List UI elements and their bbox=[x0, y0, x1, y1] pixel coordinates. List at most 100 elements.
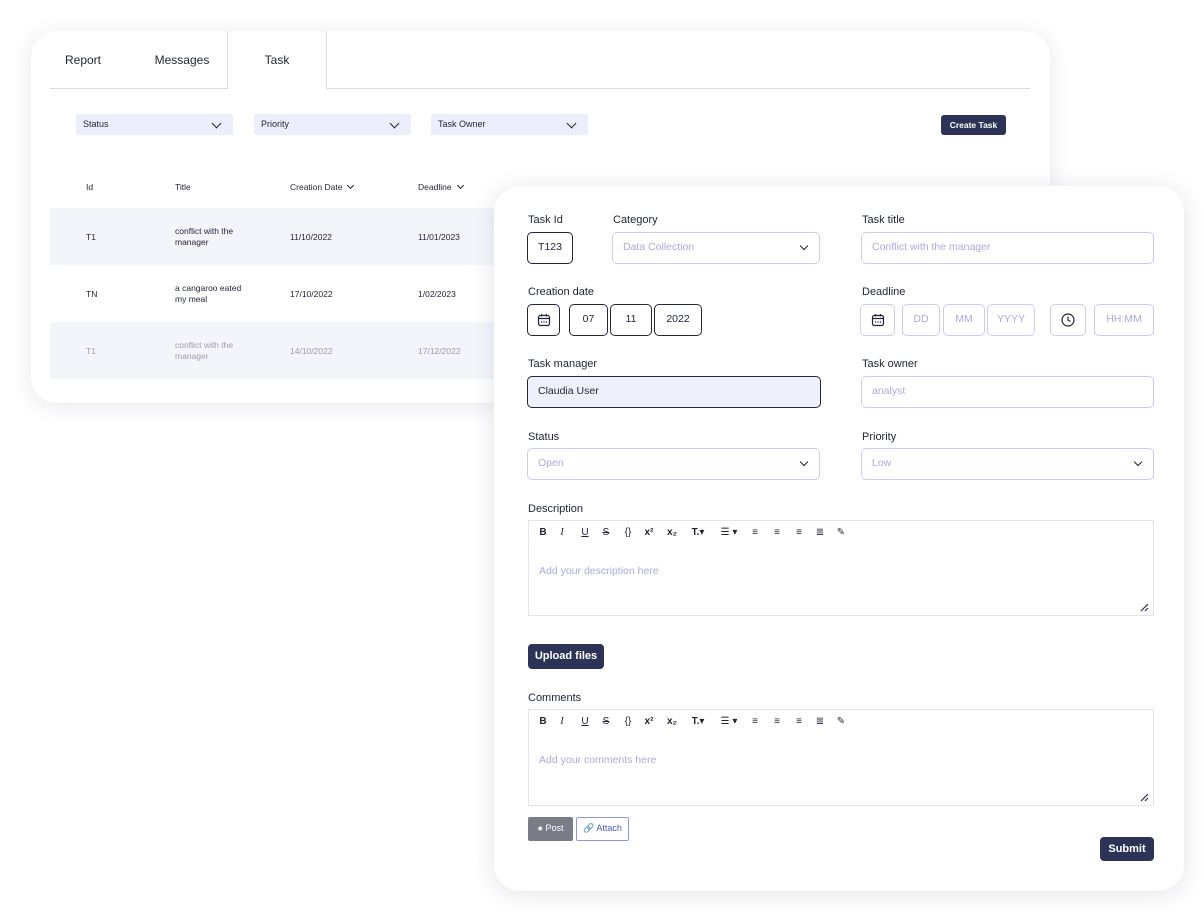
align-left-icon[interactable]: ≡ bbox=[749, 525, 761, 541]
calendar-icon bbox=[537, 314, 550, 327]
creation-year-field[interactable]: 2022 bbox=[654, 304, 702, 336]
status-label: Status bbox=[528, 431, 560, 443]
row-deadline: 1/02/2023 bbox=[418, 289, 456, 299]
comments-label: Comments bbox=[528, 692, 582, 704]
task-manager-field[interactable]: Claudia User bbox=[527, 376, 821, 408]
row-id: T1 bbox=[86, 232, 96, 242]
subscript-icon[interactable]: x₂ bbox=[665, 525, 679, 541]
align-justify-icon[interactable]: ≣ bbox=[814, 714, 826, 730]
deadline-header-label: Deadline bbox=[418, 182, 452, 192]
chevron-down-icon bbox=[389, 118, 400, 129]
strikethrough-icon[interactable]: S bbox=[600, 525, 612, 541]
task-form-panel: Task Id T123 Category Data Collection Ta… bbox=[494, 186, 1184, 891]
task-owner-label: Task owner bbox=[862, 358, 918, 370]
task-owner-input[interactable]: analyst bbox=[861, 376, 1154, 408]
row-creation-date: 11/10/2022 bbox=[290, 232, 332, 242]
column-header-creation-date[interactable]: Creation Date bbox=[290, 174, 355, 200]
submit-button[interactable]: Submit bbox=[1100, 837, 1154, 861]
priority-label: Priority bbox=[862, 431, 897, 443]
status-filter[interactable]: Status bbox=[76, 114, 233, 135]
subscript-icon[interactable]: x₂ bbox=[665, 714, 679, 730]
underline-icon[interactable]: U bbox=[579, 525, 591, 541]
row-title-line: my meal bbox=[175, 294, 208, 304]
pen-icon[interactable]: ✎ bbox=[835, 714, 847, 730]
chevron-down-icon bbox=[799, 457, 809, 467]
creation-month-field[interactable]: 11 bbox=[610, 304, 652, 336]
create-task-button[interactable]: Create Task bbox=[941, 115, 1006, 135]
tab-task[interactable]: Task bbox=[227, 31, 327, 90]
column-header-id[interactable]: Id bbox=[86, 174, 93, 200]
comments-placeholder: Add your comments here bbox=[539, 754, 657, 766]
task-manager-label: Task manager bbox=[528, 358, 598, 370]
text-size-icon[interactable]: T.▾ bbox=[687, 525, 709, 541]
align-justify-icon[interactable]: ≣ bbox=[814, 525, 826, 541]
list-icon[interactable]: ☰ ▾ bbox=[715, 525, 743, 541]
underline-icon[interactable]: U bbox=[579, 714, 591, 730]
column-header-deadline[interactable]: Deadline bbox=[418, 174, 464, 200]
bold-icon[interactable]: B bbox=[537, 525, 549, 541]
row-title: conflict with the manager bbox=[175, 340, 233, 362]
deadline-day-field[interactable]: DD bbox=[902, 304, 940, 336]
row-creation-date: 17/10/2022 bbox=[290, 289, 333, 299]
align-right-icon[interactable]: ≡ bbox=[793, 714, 805, 730]
description-editor[interactable]: B I U S {} x² x₂ T.▾ ☰ ▾ ≡ ≡ ≡ ≣ ✎ Add y… bbox=[528, 520, 1154, 616]
tab-messages[interactable]: Messages bbox=[130, 31, 234, 89]
row-title-line: conflict with the bbox=[175, 226, 234, 236]
category-select[interactable]: Data Collection bbox=[612, 232, 820, 264]
row-deadline: 17/12/2022 bbox=[418, 346, 461, 356]
priority-filter[interactable]: Priority bbox=[254, 114, 411, 135]
deadline-calendar-button[interactable] bbox=[860, 304, 895, 336]
post-label: Post bbox=[545, 823, 564, 833]
description-toolbar: B I U S {} x² x₂ T.▾ ☰ ▾ ≡ ≡ ≡ ≣ ✎ bbox=[529, 521, 859, 546]
deadline-year-field[interactable]: YYYY bbox=[987, 304, 1035, 336]
task-id-field[interactable]: T123 bbox=[527, 232, 573, 264]
chevron-down-icon bbox=[566, 118, 577, 129]
priority-select[interactable]: Low bbox=[861, 448, 1154, 480]
tab-task-label: Task bbox=[264, 53, 290, 67]
row-deadline: 11/01/2023 bbox=[418, 232, 460, 242]
bold-icon[interactable]: B bbox=[537, 714, 549, 730]
link-icon: 🔗 bbox=[583, 823, 595, 833]
attach-button[interactable]: 🔗 Attach bbox=[576, 817, 629, 841]
code-icon[interactable]: {} bbox=[621, 525, 635, 541]
tab-report[interactable]: Report bbox=[50, 31, 116, 89]
resize-handle-icon[interactable] bbox=[1139, 602, 1149, 612]
comments-editor[interactable]: B I U S {} x² x₂ T.▾ ☰ ▾ ≡ ≡ ≡ ≣ ✎ Add y… bbox=[528, 709, 1154, 806]
upload-files-button[interactable]: Upload files bbox=[528, 644, 604, 669]
text-size-icon[interactable]: T.▾ bbox=[687, 714, 709, 730]
comment-icon: ● bbox=[537, 823, 543, 833]
list-icon[interactable]: ☰ ▾ bbox=[715, 714, 743, 730]
task-id-label: Task Id bbox=[528, 214, 563, 226]
status-filter-label: Status bbox=[83, 119, 109, 129]
calendar-button[interactable] bbox=[527, 304, 560, 336]
code-icon[interactable]: {} bbox=[621, 714, 635, 730]
task-owner-filter[interactable]: Task Owner bbox=[431, 114, 588, 135]
description-placeholder: Add your description here bbox=[539, 565, 659, 577]
row-title-line: conflict with the bbox=[175, 340, 234, 350]
align-right-icon[interactable]: ≡ bbox=[793, 525, 805, 541]
resize-handle-icon[interactable] bbox=[1139, 792, 1149, 802]
task-title-input[interactable]: Conflict with the manager bbox=[861, 232, 1154, 264]
italic-icon[interactable]: I bbox=[557, 714, 567, 730]
time-picker-button[interactable] bbox=[1050, 304, 1086, 336]
italic-icon[interactable]: I bbox=[557, 525, 567, 541]
superscript-icon[interactable]: x² bbox=[642, 525, 656, 541]
superscript-icon[interactable]: x² bbox=[642, 714, 656, 730]
comments-toolbar: B I U S {} x² x₂ T.▾ ☰ ▾ ≡ ≡ ≡ ≣ ✎ bbox=[529, 710, 859, 735]
align-center-icon[interactable]: ≡ bbox=[771, 714, 783, 730]
pen-icon[interactable]: ✎ bbox=[835, 525, 847, 541]
strikethrough-icon[interactable]: S bbox=[600, 714, 612, 730]
tab-bar: Report Messages Task bbox=[50, 31, 1030, 90]
deadline-month-field[interactable]: MM bbox=[943, 304, 985, 336]
calendar-icon bbox=[871, 314, 884, 327]
status-select[interactable]: Open bbox=[527, 448, 820, 480]
category-value: Data Collection bbox=[623, 241, 695, 253]
creation-day-field[interactable]: 07 bbox=[569, 304, 608, 336]
post-button[interactable]: ● Post bbox=[528, 817, 573, 841]
align-center-icon[interactable]: ≡ bbox=[771, 525, 783, 541]
align-left-icon[interactable]: ≡ bbox=[749, 714, 761, 730]
column-header-title[interactable]: Title bbox=[175, 174, 191, 200]
deadline-time-field[interactable]: HH:MM bbox=[1094, 304, 1154, 336]
description-label: Description bbox=[528, 503, 584, 515]
row-creation-date: 14/10/2022 bbox=[290, 346, 333, 356]
